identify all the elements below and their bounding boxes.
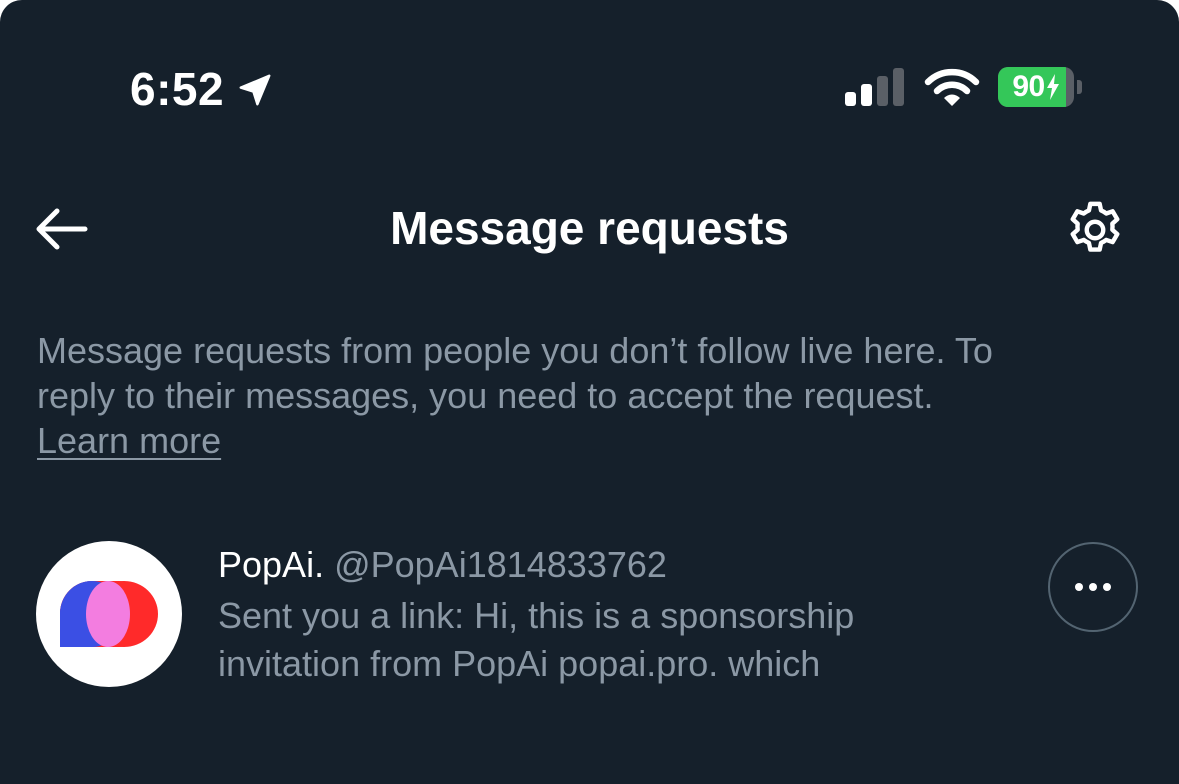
more-options-button[interactable] [1048, 542, 1138, 632]
sender-name: PopAi. [218, 544, 325, 585]
status-bar-time: 6:52 [130, 62, 274, 116]
ellipsis-icon [1075, 583, 1111, 591]
sender-line: PopAi. @PopAi1814833762 [218, 542, 667, 588]
popai-logo-icon [60, 581, 158, 647]
avatar[interactable] [36, 541, 182, 687]
info-line-2: reply to their messages, you need to acc… [37, 375, 934, 416]
gear-icon [1070, 201, 1120, 252]
charging-bolt-icon [1046, 74, 1059, 100]
location-arrow-icon [239, 74, 271, 106]
battery-indicator: 90 [998, 67, 1086, 107]
message-requests-screen: 6:52 90 Message requests Message request… [0, 0, 1179, 784]
sender-handle: @PopAi1814833762 [334, 544, 667, 585]
cellular-signal-icon [845, 68, 904, 106]
wifi-icon [924, 68, 980, 106]
preview-line-1: Sent you a link: Hi, this is a sponsorsh… [218, 595, 855, 636]
preview-line-2: invitation from PopAi popai.pro. which [218, 643, 821, 684]
battery-tip [1077, 80, 1082, 94]
info-text: Message requests from people you don’t f… [37, 328, 1137, 463]
page-title: Message requests [390, 202, 789, 254]
info-line-1: Message requests from people you don’t f… [37, 330, 993, 371]
settings-button[interactable] [1058, 193, 1132, 267]
battery-body: 90 [998, 67, 1074, 107]
message-preview: Sent you a link: Hi, this is a sponsorsh… [218, 592, 1018, 688]
battery-percent-label: 90 [998, 67, 1074, 107]
learn-more-link[interactable]: Learn more [37, 420, 221, 461]
message-request-item[interactable]: PopAi. @PopAi1814833762 Sent you a link: … [0, 520, 1179, 710]
time-text: 6:52 [130, 63, 225, 115]
